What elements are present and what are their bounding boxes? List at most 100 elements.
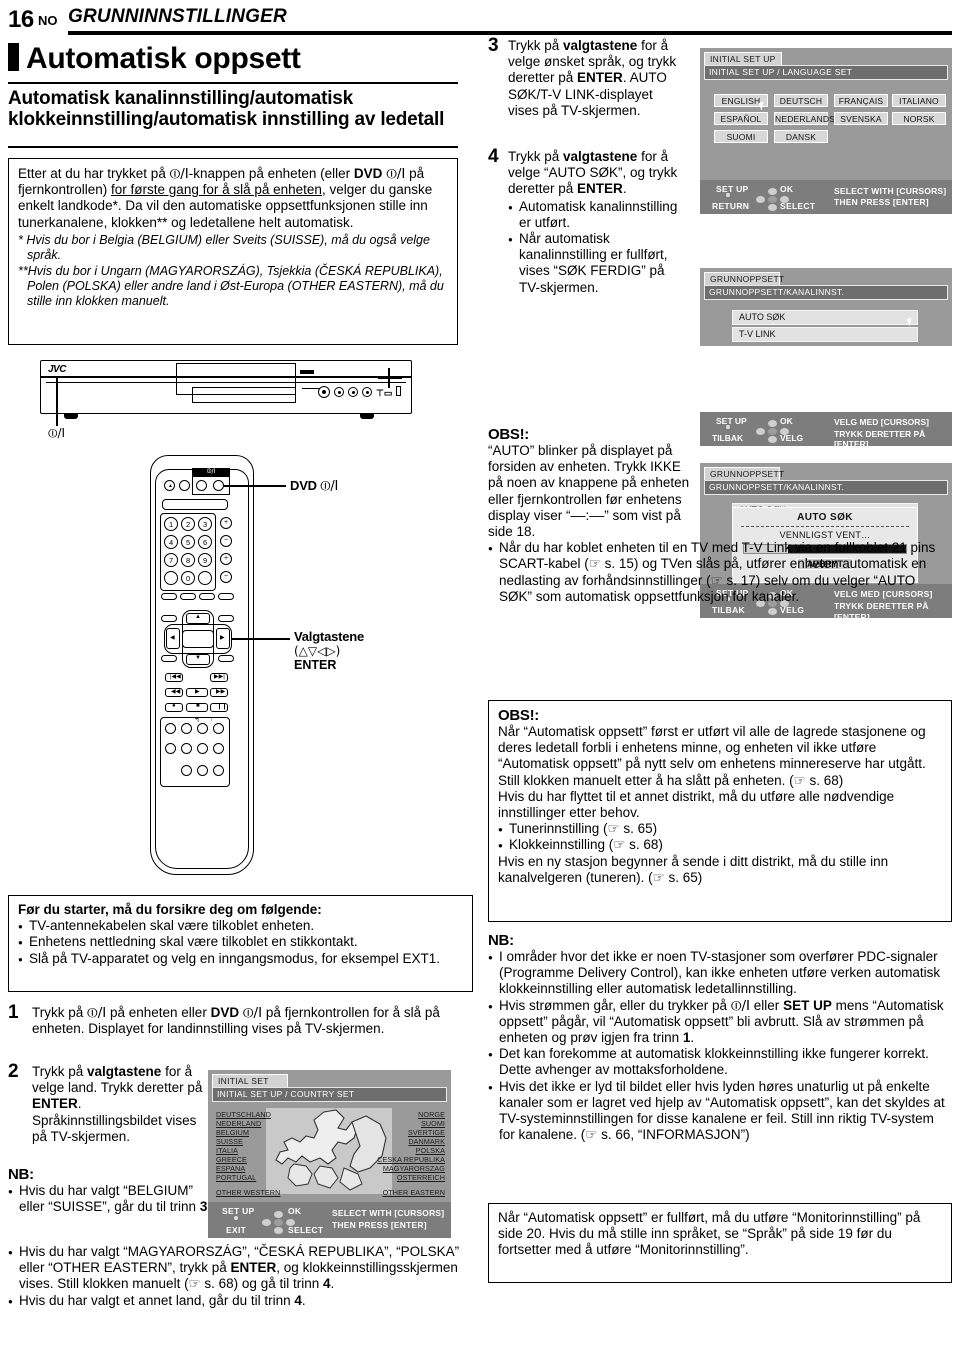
remote-key-blank-right[interactable] <box>198 571 212 585</box>
lang-button-svenska[interactable]: SVENSKA <box>834 112 888 125</box>
remote-oval-7[interactable] <box>161 655 177 662</box>
footer-hint-line1-2: VELG MED [CURSORS] <box>834 417 929 427</box>
lang-button-nederlands[interactable]: NEDERLANDS <box>774 112 835 125</box>
remote-lower-7[interactable] <box>197 743 208 754</box>
remote-oval-3[interactable] <box>199 593 215 600</box>
remote-lower-1[interactable] <box>165 723 176 734</box>
remote-key-5[interactable]: 5 <box>181 535 195 549</box>
remote-rewind[interactable]: ◀◀ <box>165 688 183 697</box>
remote-fast-forward[interactable]: ▶▶ <box>210 688 228 697</box>
remote-minus-button-1[interactable]: − <box>220 535 232 547</box>
remote-stop[interactable]: ■ <box>186 703 208 712</box>
country-label-nederland[interactable]: NEDERLAND <box>216 1119 261 1128</box>
remote-plus-button-1[interactable]: + <box>220 517 232 529</box>
s2b3bold: 4 <box>294 1292 302 1308</box>
country-footer: SET UP EXIT OK SELECT SELECT WITH [CURSO… <box>208 1202 451 1238</box>
remote-dvd-power-button[interactable] <box>213 480 224 491</box>
remote-key-1[interactable]: 1 <box>164 517 178 531</box>
country-label-osterreich[interactable]: OSTERREICH <box>397 1173 445 1182</box>
remote-play[interactable]: ▶ <box>186 688 208 697</box>
step1-a: Trykk på <box>32 1005 88 1020</box>
remote-oval-6[interactable] <box>218 615 234 622</box>
menu-row-auto-sok[interactable]: AUTO SØK <box>732 310 918 325</box>
country-label-greece[interactable]: GREECE <box>216 1155 247 1164</box>
remote-lower-5[interactable] <box>165 743 176 754</box>
remote-enter-button[interactable] <box>182 630 214 648</box>
remote-key-7[interactable]: 7 <box>164 553 178 567</box>
lang-button-suomi[interactable]: SUOMI <box>714 130 768 143</box>
remote-oval-5[interactable] <box>161 615 177 622</box>
nb-right-bullet-2: Hvis strømmen går, eller du trykker på ⏼… <box>488 998 952 1047</box>
remote-key-4[interactable]: 4 <box>164 535 178 549</box>
remote-key-2[interactable]: 2 <box>181 517 195 531</box>
footer-dot-icon-2 <box>726 425 730 429</box>
country-label-belgium[interactable]: BELGIUM <box>216 1128 249 1137</box>
remote-oval-1[interactable] <box>161 593 177 600</box>
country-label-danmark[interactable]: DANMARK <box>408 1137 445 1146</box>
dvd-callout-bold: DVD <box>290 478 317 493</box>
remote-key-8[interactable]: 8 <box>181 553 195 567</box>
remote-lower-8[interactable] <box>213 743 224 754</box>
step2-nb-bullet-3: Hvis du har valgt et annet land, går du … <box>8 1292 473 1310</box>
remote-lower-4[interactable] <box>213 723 224 734</box>
remote-minus-button-2[interactable]: − <box>220 571 232 583</box>
remote-plus-button-2[interactable]: + <box>220 553 232 565</box>
remote-cursor-up[interactable]: ▲ <box>186 613 210 624</box>
country-label-other-western[interactable]: OTHER WESTERN <box>216 1188 280 1197</box>
remote-key-0[interactable]: 0 <box>181 571 195 585</box>
remote-oval-4[interactable] <box>218 593 234 600</box>
remote-tv-power-button[interactable] <box>196 480 207 491</box>
lang-button-espanol[interactable]: ESPAÑOL <box>714 112 768 125</box>
country-label-norge[interactable]: NORGE <box>418 1110 445 1119</box>
country-label-magyarorszag[interactable]: MAGYARORSZAG <box>383 1164 445 1173</box>
remote-button-2[interactable] <box>179 480 190 491</box>
page-header: 16 NO GRUNNINNSTILLINGER <box>8 4 952 35</box>
country-label-polska[interactable]: POLSKA <box>416 1146 445 1155</box>
country-label-portugal[interactable]: PORTUGAL <box>216 1173 256 1182</box>
s2b3b: . <box>301 1292 306 1308</box>
country-label-sverige[interactable]: SVERTIGE <box>408 1128 445 1137</box>
remote-oval-2[interactable] <box>180 593 196 600</box>
country-label-suomi[interactable]: SUOMI <box>421 1119 445 1128</box>
country-footer-hint2: THEN PRESS [ENTER] <box>332 1220 427 1230</box>
remote-key-9[interactable]: 9 <box>198 553 212 567</box>
remote-key-3[interactable]: 3 <box>198 517 212 531</box>
country-label-ceska[interactable]: CESKA REPUBLIKA <box>377 1155 445 1164</box>
lang-button-dansk[interactable]: DANSK <box>774 130 828 143</box>
remote-cursor-right[interactable]: ▶ <box>216 628 230 649</box>
header-rule <box>68 31 952 35</box>
remote-oval-8[interactable] <box>218 655 234 662</box>
remote-key-blank-left[interactable] <box>164 571 178 585</box>
lang-button-italiano[interactable]: ITALIANO <box>892 94 946 107</box>
country-label-espana[interactable]: ESPANA <box>216 1164 245 1173</box>
remote-lower-9[interactable] <box>181 765 192 776</box>
lang-button-deutsch[interactable]: DEUTSCH <box>774 94 828 107</box>
country-label-italia[interactable]: ITALIA <box>216 1146 238 1155</box>
nb2-bold-setup: SET UP <box>783 997 832 1013</box>
remote-lower-11[interactable] <box>213 765 224 776</box>
remote-lower-10[interactable] <box>197 765 208 776</box>
power-symbol-3: ⏼/I <box>730 997 751 1014</box>
remote-key-6[interactable]: 6 <box>198 535 212 549</box>
remote-lower-3[interactable] <box>197 723 208 734</box>
remote-pause[interactable]: ❙❙ <box>210 703 228 712</box>
title-rule-2 <box>8 146 458 148</box>
remote-cursor-left[interactable]: ◀ <box>166 628 180 649</box>
remote-lower-2[interactable] <box>181 723 192 734</box>
remote-record[interactable]: ● <box>165 703 183 712</box>
country-label-suisse[interactable]: SUISSE <box>216 1137 243 1146</box>
remote-skip-fwd[interactable]: ▶▶| <box>210 673 228 682</box>
dialog-message: VENNLIGST VENT… <box>779 530 871 540</box>
menu-row-tv-link[interactable]: T-V LINK <box>732 327 918 342</box>
lang-button-norsk[interactable]: NORSK <box>892 112 946 125</box>
remote-skip-back[interactable]: |◀◀ <box>165 673 183 682</box>
lang-button-francais[interactable]: FRANÇAIS <box>834 94 888 107</box>
chapter-title-text: Automatisk oppsett <box>26 42 301 75</box>
remote-eject-button[interactable]: ▲ <box>164 480 175 491</box>
remote-wide-button[interactable] <box>162 499 228 510</box>
remote-cursor-down[interactable]: ▼ <box>186 654 210 665</box>
country-label-deutschland[interactable]: DEUTSCHLAND <box>216 1110 271 1119</box>
country-label-other-eastern[interactable]: OTHER EASTERN <box>383 1188 445 1197</box>
remote-lower-6[interactable] <box>181 743 192 754</box>
s2b2c: . <box>330 1276 335 1292</box>
